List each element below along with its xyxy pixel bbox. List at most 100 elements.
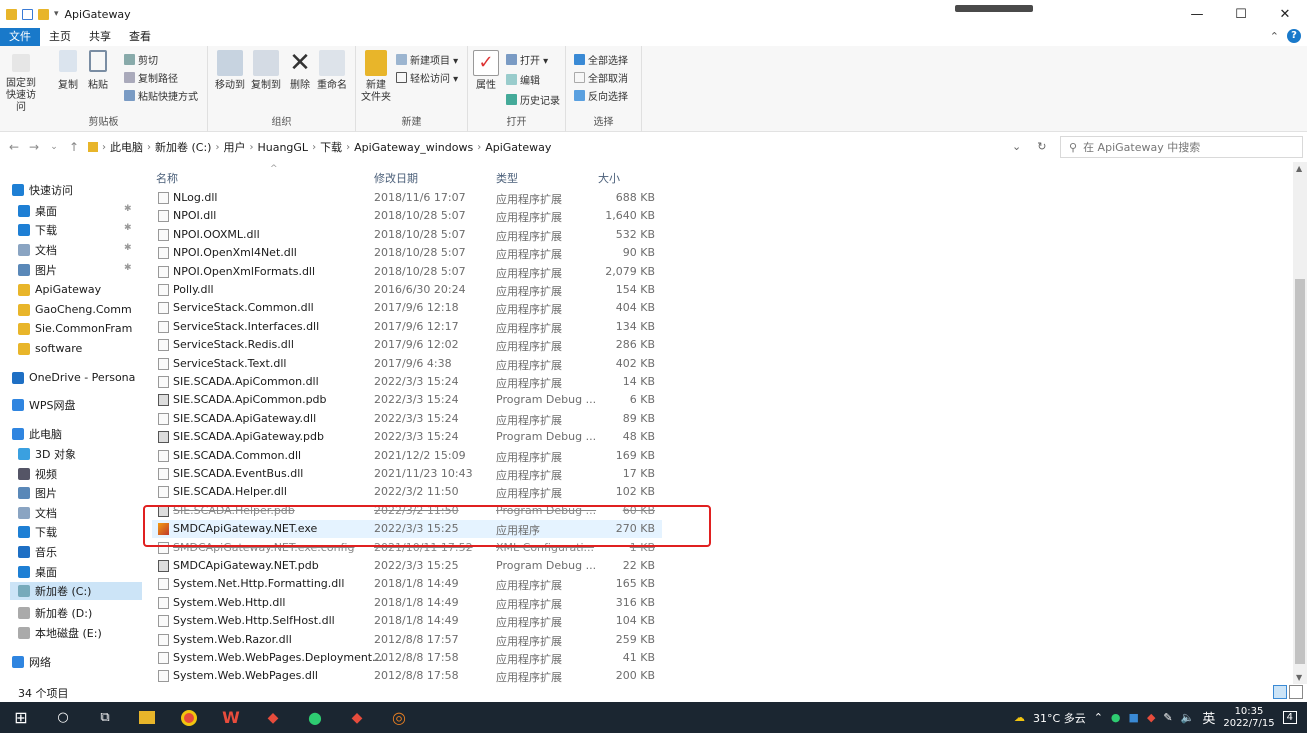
move-to-button[interactable]: 移动到 [212,50,248,92]
tab-home[interactable]: 主页 [40,28,80,46]
delete-button[interactable]: ✕ 删除 [286,50,314,92]
nav-item[interactable]: 新加卷 (C:) [10,582,142,600]
dropdown-icon[interactable]: ▾ [54,9,59,19]
rename-button[interactable]: 重命名 [314,50,350,92]
copy-path-button[interactable]: 复制路径 [124,70,178,85]
crumb[interactable]: 下载 [320,139,342,155]
nav-item[interactable]: 网络 [12,654,144,670]
file-row[interactable]: ServiceStack.Interfaces.dll 2017/9/6 12:1… [152,318,662,336]
app-icon[interactable]: ◆ [252,702,294,733]
windows-start-icon[interactable]: ⊞ [0,702,42,733]
column-type[interactable]: 类型 [496,170,518,186]
refresh-icon[interactable]: ↻ [1037,140,1046,153]
minimize-icon[interactable]: — [1175,0,1219,28]
checkbox-icon[interactable] [22,8,33,20]
ime-indicator[interactable]: 英 [1202,708,1215,727]
file-row[interactable]: System.Web.WebPages.dll 2012/8/8 17:58 应用程… [152,667,662,685]
tab-view[interactable]: 查看 [120,28,160,46]
open-button[interactable]: 打开 ▾ [506,52,548,67]
file-row[interactable]: System.Web.Http.SelfHost.dll 2018/1/8 14:… [152,612,662,630]
forward-icon[interactable]: → [24,140,44,154]
pin-quick-access-button[interactable]: 固定到 快速访问 [4,50,38,114]
nav-item[interactable]: 快速访问 [12,182,144,198]
nav-item[interactable]: software [18,342,150,355]
nav-item[interactable]: 本地磁盘 (E:) [18,625,150,641]
nav-item[interactable]: OneDrive - Persona [12,371,144,384]
nav-item[interactable]: 新加卷 (D:) [18,605,150,621]
vertical-scrollbar[interactable]: ▲ ▼ [1293,162,1307,684]
back-icon[interactable]: ← [4,140,24,154]
pin-icon[interactable]: ✱ [124,223,132,233]
copy-button[interactable]: 复制 [56,50,80,92]
file-row[interactable]: System.Web.WebPages.Deployment.... 2012/8… [152,649,662,667]
ribbon-collapse-icon[interactable]: ⌃ [1270,30,1279,43]
select-all-button[interactable]: 全部选择 [574,52,628,67]
easy-access-button[interactable]: 轻松访问 ▾ [396,70,458,85]
file-row[interactable]: SIE.SCADA.Helper.dll 2022/3/2 11:50 应用程序扩展… [152,483,662,501]
search-icon[interactable]: ○ [42,702,84,733]
file-row[interactable]: ServiceStack.Text.dll 2017/9/6 4:38 应用程序扩展… [152,355,662,373]
file-row[interactable]: SIE.SCADA.ApiGateway.dll 2022/3/3 15:24 应用… [152,410,662,428]
invert-selection-button[interactable]: 反向选择 [574,88,628,103]
file-row[interactable]: NPOI.OpenXmlFormats.dll 2018/10/28 5:07 应用… [152,263,662,281]
file-row[interactable]: NPOI.OpenXml4Net.dll 2018/10/28 5:07 应用程序扩… [152,244,662,262]
nav-item[interactable]: 3D 对象 [18,446,150,462]
file-row[interactable]: NLog.dll 2018/11/6 17:07 应用程序扩展 688 KB [152,189,662,207]
file-row[interactable]: SMDCApiGateway.NET.pdb 2022/3/3 15:25 Prog… [152,557,662,575]
tab-share[interactable]: 共享 [80,28,120,46]
app-icon[interactable]: ◎ [378,702,420,733]
file-row[interactable]: SIE.SCADA.Common.dll 2021/12/2 15:09 应用程序扩… [152,447,662,465]
app-icon[interactable]: ◆ [336,702,378,733]
crumb[interactable]: 新加卷 (C:) [155,139,211,155]
nav-item[interactable]: WPS网盘 [12,397,144,413]
file-row[interactable]: SIE.SCADA.EventBus.dll 2021/11/23 10:43 应用… [152,465,662,483]
column-size[interactable]: 大小 [598,170,620,186]
crumb[interactable]: ApiGateway [485,141,551,154]
nav-item[interactable]: 音乐 [18,544,150,560]
select-none-button[interactable]: 全部取消 [574,70,628,85]
chrome-icon[interactable] [168,702,210,733]
file-row[interactable]: NPOI.dll 2018/10/28 5:07 应用程序扩展 1,640 KB [152,207,662,225]
scroll-up-icon[interactable]: ▲ [1296,164,1302,173]
history-button[interactable]: 历史记录 [506,92,560,107]
properties-button[interactable]: ✓ 属性 [472,50,500,92]
tab-file[interactable]: 文件 [0,28,40,46]
file-row[interactable]: System.Web.Http.dll 2018/1/8 14:49 应用程序扩展 3… [152,594,662,612]
nav-item[interactable]: Sie.CommonFram [18,322,150,335]
pin-icon[interactable]: ✱ [124,263,132,273]
weather-text[interactable]: 31°C 多云 [1033,710,1086,726]
cut-button[interactable]: 剪切 [124,52,158,67]
crumb[interactable]: 此电脑 [110,139,143,155]
file-row[interactable]: SIE.SCADA.ApiCommon.pdb 2022/3/3 15:24 Pro… [152,391,662,409]
edit-button[interactable]: 编辑 [506,72,540,87]
close-icon[interactable]: ✕ [1263,0,1307,28]
pin-icon[interactable]: ✱ [124,243,132,253]
notification-icon[interactable]: 4 [1282,711,1297,724]
recent-dropdown-icon[interactable]: ⌄ [44,142,64,152]
nav-item[interactable]: 桌面 [18,564,150,580]
new-folder-button[interactable]: 新建 文件夹 [358,50,394,104]
pen-icon[interactable]: ✎ [1163,711,1172,724]
file-row[interactable]: ServiceStack.Common.dll 2017/9/6 12:18 应用程… [152,299,662,317]
details-view-icon[interactable] [1273,685,1287,699]
paste-shortcut-button[interactable]: 粘贴快捷方式 [124,88,198,103]
folder-icon[interactable] [38,8,49,20]
wechat-icon[interactable]: ● [294,702,336,733]
pin-icon[interactable]: ✱ [124,204,132,214]
new-item-button[interactable]: 新建项目 ▾ [396,52,458,67]
clock[interactable]: 10:35 2022/7/15 [1223,706,1274,730]
scroll-thumb[interactable] [1295,279,1305,664]
scroll-down-icon[interactable]: ▼ [1296,673,1302,682]
wps-icon[interactable]: W [210,702,252,733]
copy-to-button[interactable]: 复制到 [248,50,284,92]
crumb[interactable]: HuangGL [257,141,308,154]
up-icon[interactable]: ↑ [64,140,84,154]
breadcrumb[interactable]: › 此电脑 › 新加卷 (C:) › 用户 › HuangGL › 下载 › ApiGat… [88,139,551,155]
nav-item[interactable]: 图片 [18,485,150,501]
crumb[interactable]: 用户 [223,139,245,155]
search-input[interactable]: ⚲ 在 ApiGateway 中搜索 [1060,136,1303,158]
wechat-tray-icon[interactable]: ● [1111,711,1121,724]
file-row[interactable]: System.Net.Http.Formatting.dll 2018/1/8 1… [152,575,662,593]
file-row[interactable]: SIE.SCADA.ApiGateway.pdb 2022/3/3 15:24 Pr… [152,428,662,446]
crumb[interactable]: ApiGateway_windows [354,141,473,154]
